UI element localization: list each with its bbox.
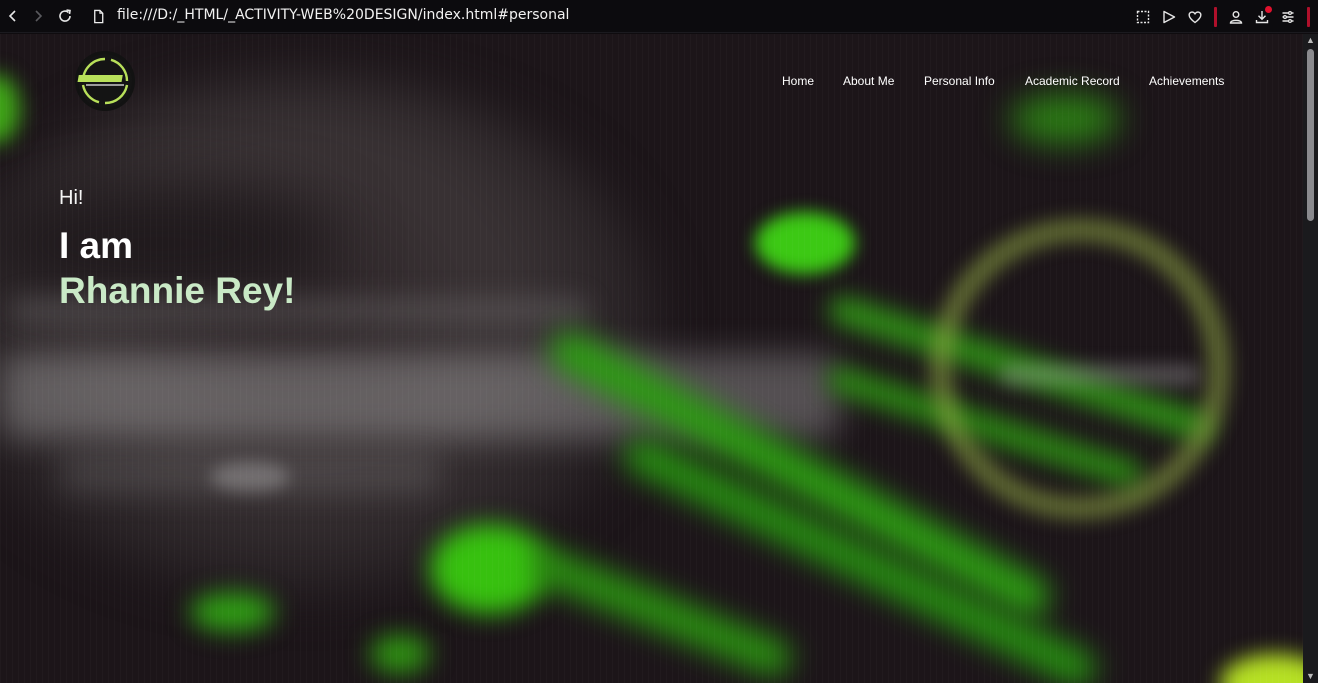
heart-icon — [1188, 10, 1202, 23]
separator — [1307, 6, 1310, 27]
page-icon — [88, 6, 108, 26]
address-bar[interactable]: file:///D:/_HTML/_ACTIVITY-WEB%20DESIGN/… — [117, 7, 569, 23]
screenshot-icon — [1136, 10, 1150, 23]
nav-academic-record[interactable]: Academic Record — [1025, 74, 1120, 88]
notification-dot — [1265, 5, 1272, 13]
reload-button[interactable] — [52, 3, 78, 29]
browser-toolbar: file:///D:/_HTML/_ACTIVITY-WEB%20DESIGN/… — [0, 0, 1318, 33]
favorite-button[interactable] — [1182, 4, 1208, 30]
scroll-down-arrow-icon[interactable]: ▼ — [1306, 672, 1315, 681]
reload-icon — [59, 9, 71, 22]
menu-icon — [1282, 10, 1294, 23]
hero-greeting: Hi! — [59, 187, 84, 209]
page-viewport: Home About Me Personal Info Academic Rec… — [0, 34, 1303, 683]
scroll-up-arrow-icon[interactable]: ▲ — [1306, 36, 1315, 45]
page-scrollbar[interactable]: ▲ ▼ — [1303, 34, 1318, 683]
hero-name: Rhannie Rey! — [59, 270, 296, 311]
account-button[interactable] — [1223, 4, 1249, 30]
screenshot-button[interactable] — [1130, 4, 1156, 30]
forward-icon — [35, 10, 43, 22]
browser-tools — [1130, 0, 1318, 33]
send-icon — [1163, 10, 1176, 23]
nav-achievements[interactable]: Achievements — [1149, 74, 1224, 88]
menu-button[interactable] — [1275, 4, 1301, 30]
scrollbar-thumb[interactable] — [1307, 49, 1314, 221]
nav-personal-info[interactable]: Personal Info — [924, 74, 995, 88]
send-button[interactable] — [1156, 4, 1182, 30]
nav-about-me[interactable]: About Me — [843, 74, 894, 88]
nav-home[interactable]: Home — [782, 74, 814, 88]
back-button[interactable] — [0, 3, 26, 29]
site-logo[interactable] — [75, 51, 135, 111]
texture-overlay — [0, 34, 1303, 683]
forward-button[interactable] — [25, 3, 51, 29]
separator — [1214, 6, 1217, 27]
hero-background — [0, 34, 1303, 683]
account-icon — [1229, 10, 1243, 24]
logo-badge-icon — [77, 54, 132, 108]
download-button[interactable] — [1249, 4, 1275, 30]
hero-intro: I am — [59, 225, 134, 266]
back-icon — [8, 10, 16, 22]
